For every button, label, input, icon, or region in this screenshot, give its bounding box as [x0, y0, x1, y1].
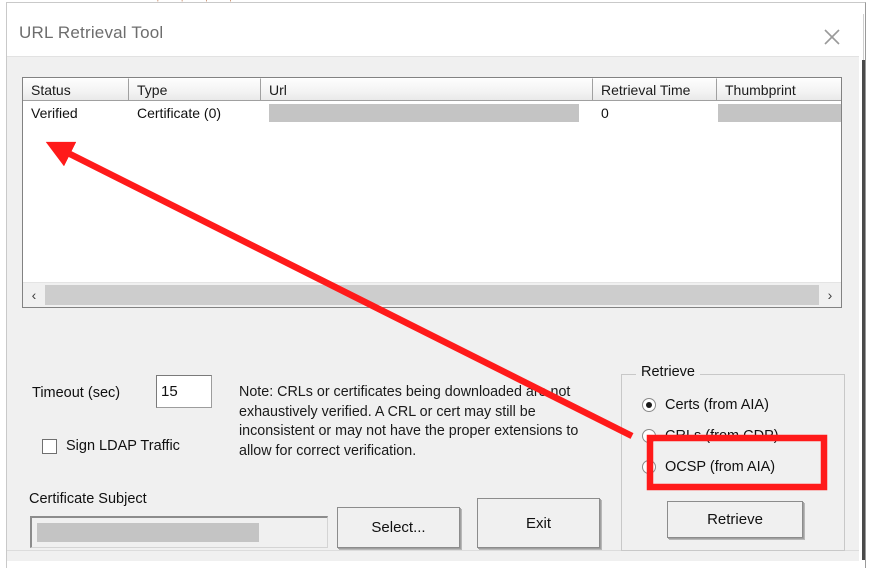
dialog-client-area: Status Type Url Retrieval Time Thumbprin…	[7, 56, 859, 561]
certificate-subject-label: Certificate Subject	[29, 491, 147, 507]
listview-horizontal-scrollbar[interactable]: ‹ ›	[23, 282, 841, 307]
chevron-left-icon[interactable]: ‹	[23, 283, 45, 307]
column-header-retrieval-time[interactable]: Retrieval Time	[593, 78, 717, 101]
column-header-url[interactable]: Url	[261, 78, 593, 101]
column-header-status[interactable]: Status	[23, 78, 129, 101]
radio-certs-label: Certs (from AIA)	[665, 397, 769, 413]
cell-type: Certificate (0)	[137, 105, 222, 121]
sign-ldap-traffic-checkbox[interactable]: Sign LDAP Traffic	[42, 438, 180, 454]
scrollbar-thumb[interactable]	[45, 285, 819, 305]
cell-status: Verified	[31, 105, 78, 121]
cell-retrieval-time: 0	[601, 105, 609, 121]
retrieve-button[interactable]: Retrieve	[667, 501, 803, 538]
retrieve-groupbox-title: Retrieve	[636, 364, 700, 380]
results-listview[interactable]: Status Type Url Retrieval Time Thumbprin…	[22, 77, 842, 308]
radio-button-icon[interactable]	[642, 460, 656, 474]
redaction-block-certificate-subject	[37, 523, 259, 542]
title-bar: URL Retrieval Tool	[7, 6, 865, 56]
app-screenshot: ' ' ' ' URL Retrieval Tool Status Type U…	[0, 0, 873, 568]
radio-certs-from-aia[interactable]: Certs (from AIA)	[642, 397, 769, 413]
chevron-right-icon[interactable]: ›	[819, 283, 841, 307]
window-scrollbar-upper[interactable]	[863, 14, 864, 60]
note-text: Note: CRLs or certificates being downloa…	[239, 384, 579, 459]
radio-crls-label: CRLs (from CDP)	[665, 428, 779, 444]
close-icon[interactable]	[817, 22, 847, 52]
sign-ldap-traffic-label: Sign LDAP Traffic	[66, 438, 180, 454]
radio-button-icon[interactable]	[642, 429, 656, 443]
cell-thumbprint	[717, 101, 841, 125]
redaction-block-thumbprint	[718, 104, 841, 122]
cell-url	[261, 101, 593, 125]
radio-crls-from-cdp[interactable]: CRLs (from CDP)	[642, 428, 779, 444]
checkbox-box-icon[interactable]	[42, 438, 57, 454]
timeout-input-wrapper[interactable]	[156, 375, 212, 408]
scrollbar-track[interactable]	[45, 284, 819, 306]
column-header-thumbprint[interactable]: Thumbprint	[717, 78, 841, 101]
window-title: URL Retrieval Tool	[19, 23, 164, 42]
column-header-type[interactable]: Type	[129, 78, 261, 101]
select-button[interactable]: Select...	[337, 507, 460, 548]
exit-button[interactable]: Exit	[477, 498, 600, 548]
radio-ocsp-label: OCSP (from AIA)	[665, 459, 776, 475]
certificate-subject-field[interactable]	[30, 516, 328, 548]
listview-header: Status Type Url Retrieval Time Thumbprin…	[23, 78, 841, 101]
table-row[interactable]: Verified Certificate (0) 0	[23, 101, 841, 125]
window-scrollbar[interactable]	[862, 60, 865, 560]
timeout-label: Timeout (sec)	[32, 385, 121, 401]
redaction-block-url	[269, 104, 579, 122]
timeout-input[interactable]	[157, 376, 211, 407]
radio-button-icon[interactable]	[642, 398, 656, 412]
radio-ocsp-from-aia[interactable]: OCSP (from AIA)	[642, 459, 775, 475]
